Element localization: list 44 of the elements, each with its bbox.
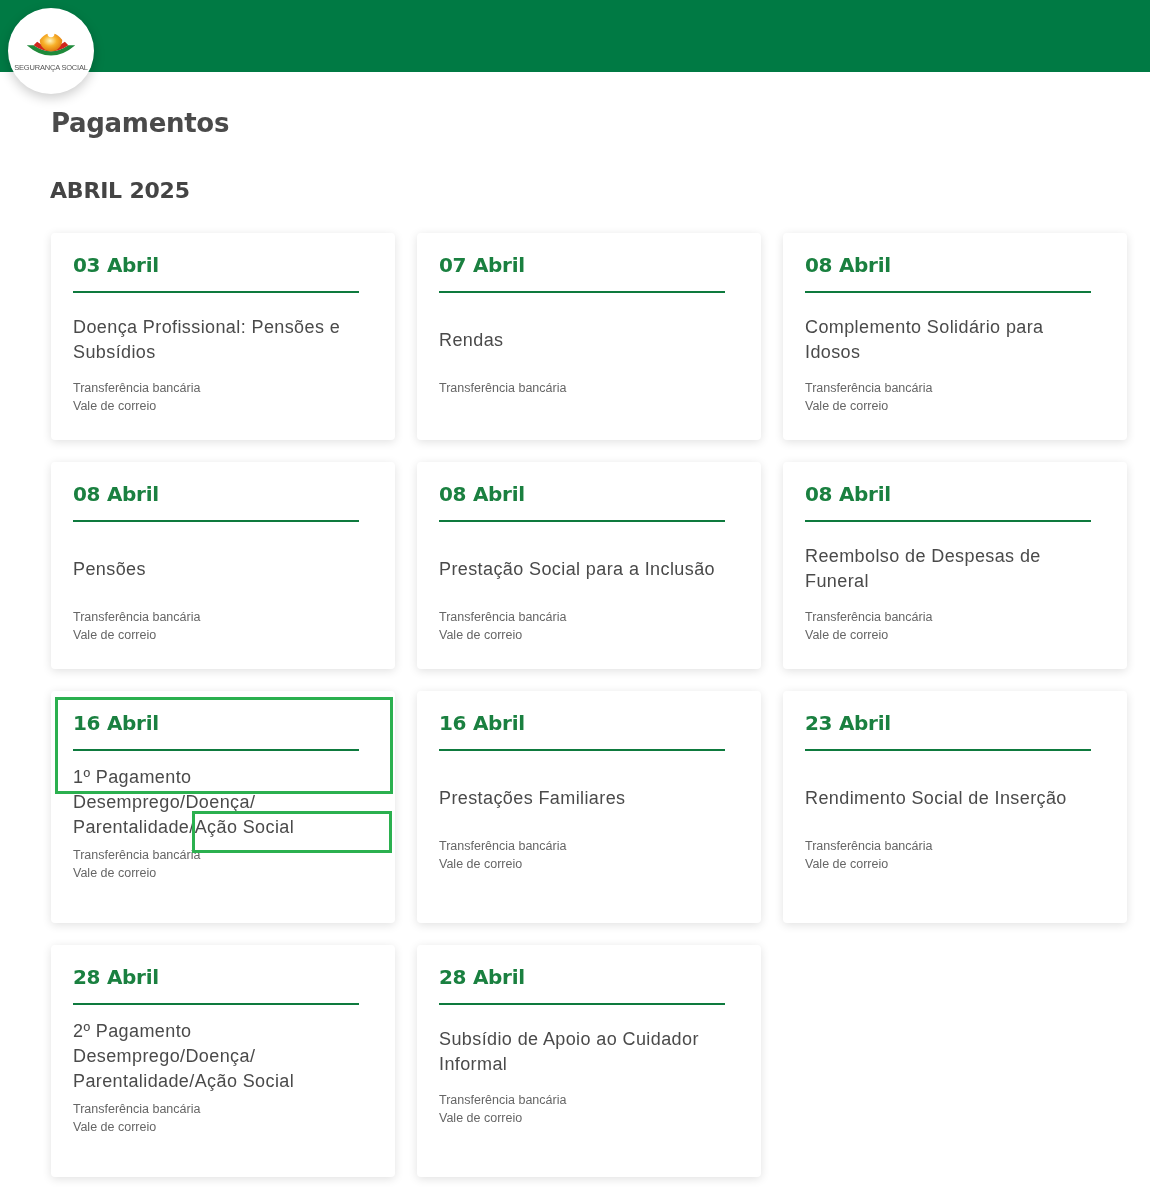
payment-method: Transferência bancária [439, 381, 568, 395]
payment-date: 08 Abril [73, 482, 160, 506]
payment-method: Vale de correio [73, 399, 158, 413]
payment-method: Vale de correio [805, 399, 890, 413]
payment-method: Transferência bancária [73, 381, 202, 395]
payment-method: Transferência bancária [73, 610, 202, 624]
payment-date: 28 Abril [73, 965, 160, 989]
payment-method: Vale de correio [439, 628, 524, 642]
payment-method: Vale de correio [805, 628, 890, 642]
payment-method: Transferência bancária [73, 848, 202, 862]
payment-method: Transferência bancária [439, 839, 568, 853]
month-heading: ABRIL 2025 [50, 178, 191, 203]
payment-method: Transferência bancária [805, 381, 934, 395]
payment-date: 08 Abril [805, 482, 892, 506]
payment-title: 2º Pagamento Desemprego/Doença/ Parentalidade/Ação Social [73, 1020, 295, 1093]
payment-method: Vale de correio [439, 1111, 524, 1125]
page-title: Pagamentos [51, 108, 231, 138]
payment-method: Transferência bancária [73, 1102, 202, 1116]
payment-title: Rendimento Social de Inserção [805, 786, 1067, 810]
payment-method: Vale de correio [73, 866, 158, 880]
payment-title: Rendas [439, 328, 504, 352]
payment-date: 08 Abril [805, 253, 892, 277]
payment-method: Vale de correio [73, 628, 158, 642]
payment-method: Vale de correio [439, 857, 524, 871]
payment-title: Doença Profissional: Pensões e Subsídios [73, 316, 342, 364]
payment-method: Transferência bancária [805, 839, 934, 853]
payment-date: 16 Abril [439, 711, 526, 735]
payment-title: Reembolso de Despesas de Funeral [805, 545, 1042, 593]
payment-date: 23 Abril [805, 711, 892, 735]
payment-method: Transferência bancária [805, 610, 934, 624]
payment-title: Prestação Social para a Inclusão [439, 557, 715, 581]
payment-method: Vale de correio [73, 1120, 158, 1134]
payment-title: Prestações Familiares [439, 786, 626, 810]
payment-method: Transferência bancária [439, 610, 568, 624]
payment-method: Vale de correio [805, 857, 890, 871]
payment-date: 08 Abril [439, 482, 526, 506]
payment-method: Transferência bancária [439, 1093, 568, 1107]
payment-title: Pensões [73, 557, 146, 581]
payment-title: Complemento Solidário para Idosos [805, 316, 1045, 364]
payment-date: 07 Abril [439, 253, 526, 277]
payment-title: Subsídio de Apoio ao Cuidador Informal [439, 1028, 700, 1076]
payment-date: 03 Abril [73, 253, 160, 277]
payment-date: 28 Abril [439, 965, 526, 989]
payment-date: 16 Abril [73, 711, 160, 735]
